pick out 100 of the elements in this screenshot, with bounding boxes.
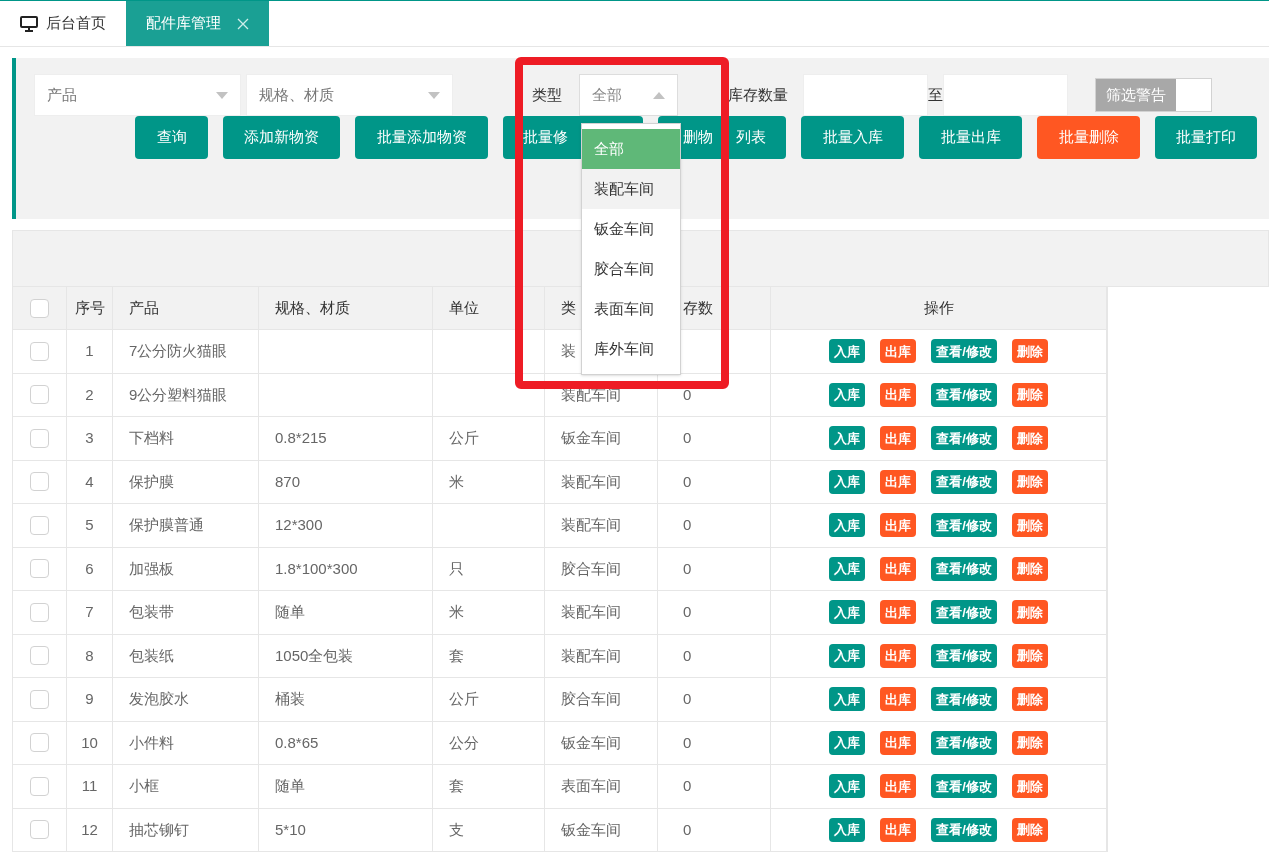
row-action-button[interactable]: 删除 [1011,687,1048,712]
row-action-button[interactable]: 查看/修改 [931,687,997,712]
row-action-button[interactable]: 查看/修改 [931,730,997,755]
table-cell-text: 小件料 [129,732,174,753]
row-checkbox[interactable] [30,428,49,448]
toolbar-button[interactable]: 添加新物资 [223,116,340,159]
row-action-button[interactable]: 查看/修改 [931,339,997,364]
stock-max-field[interactable] [943,74,1068,116]
table-cell-text: 0 [683,732,692,753]
row-checkbox[interactable] [30,385,49,405]
row-action-button[interactable]: 出库 [880,426,917,451]
table-cell-text: 1050全包装 [275,645,354,666]
table-cell-text: 下档料 [129,428,174,448]
row-action-button[interactable]: 出库 [880,556,917,581]
row-action-button[interactable]: 删除 [1011,469,1048,494]
row-checkbox[interactable] [30,341,49,361]
table-cell-text: 抽芯铆钉 [129,819,189,840]
row-checkbox[interactable] [30,689,49,709]
row-action-button[interactable]: 查看/修改 [931,774,997,799]
row-action-button[interactable]: 入库 [829,687,866,712]
row-action-button[interactable]: 出库 [880,513,917,538]
row-action-button[interactable]: 入库 [829,643,866,668]
row-action-button[interactable]: 入库 [829,730,866,755]
table-cell-text: 6 [85,558,94,579]
row-checkbox[interactable] [30,602,49,622]
row-action-button[interactable]: 入库 [829,817,866,842]
row-action-button[interactable]: 查看/修改 [931,817,997,842]
row-action-button[interactable]: 查看/修改 [931,556,997,581]
row-action-button[interactable]: 入库 [829,600,866,625]
row-checkbox[interactable] [30,646,49,666]
toolbar-button[interactable]: 批量打印 [1155,116,1257,159]
close-icon[interactable] [237,17,249,30]
row-checkbox[interactable] [30,776,49,796]
spec-select[interactable]: 规格、材质 [246,74,453,116]
product-select[interactable]: 产品 [34,74,241,116]
row-action-button[interactable]: 删除 [1011,817,1048,842]
row-action-button[interactable]: 入库 [829,339,866,364]
dropdown-option[interactable]: 库外车间 [582,329,680,369]
table-cell-text: 公斤 [449,428,479,448]
row-action-button[interactable]: 入库 [829,382,866,407]
row-action-button[interactable]: 入库 [829,513,866,538]
row-action-button[interactable]: 出库 [880,600,917,625]
row-action-button[interactable]: 出库 [880,687,917,712]
row-action-button[interactable]: 入库 [829,556,866,581]
row-action-button[interactable]: 删除 [1011,643,1048,668]
row-action-button[interactable]: 入库 [829,469,866,494]
row-action-button[interactable]: 出库 [880,730,917,755]
dropdown-option[interactable]: 表面车间 [582,289,680,329]
stock-label: 库存数量 [728,84,788,105]
table-cell-text: 套 [449,776,464,796]
stock-min-field[interactable] [803,74,928,116]
page-tab[interactable]: 配件库管理 [126,1,269,46]
row-action-button[interactable]: 删除 [1011,774,1048,799]
row-checkbox[interactable] [30,820,49,840]
row-action-button[interactable]: 出库 [880,339,917,364]
row-action-button[interactable]: 删除 [1011,513,1048,538]
row-action-button[interactable]: 查看/修改 [931,469,997,494]
caret-down-icon [216,91,228,99]
row-action-button[interactable]: 删除 [1011,382,1048,407]
page-tab[interactable]: 后台首页 [0,1,126,46]
dropdown-option[interactable]: 钣金车间 [582,209,680,249]
row-action-button[interactable]: 出库 [880,643,917,668]
row-checkbox[interactable] [30,733,49,753]
row-action-button[interactable]: 入库 [829,426,866,451]
row-action-button[interactable]: 删除 [1011,339,1048,364]
row-action-button[interactable]: 查看/修改 [931,513,997,538]
row-checkbox[interactable] [30,559,49,579]
select-all-checkbox[interactable] [30,298,49,318]
table-cell-text: 钣金车间 [561,428,621,448]
row-action-button[interactable]: 删除 [1011,426,1048,451]
row-action-button[interactable]: 删除 [1011,730,1048,755]
row-action-button[interactable]: 删除 [1011,556,1048,581]
toolbar-button[interactable]: 查询 [135,116,208,159]
dropdown-option[interactable]: 胶合车间 [582,249,680,289]
row-action-button[interactable]: 出库 [880,382,917,407]
row-action-button[interactable]: 查看/修改 [931,382,997,407]
row-action-button[interactable]: 删除 [1011,600,1048,625]
row-checkbox[interactable] [30,472,49,492]
row-action-button[interactable]: 查看/修改 [931,600,997,625]
row-checkbox[interactable] [30,515,49,535]
dropdown-option[interactable]: 装配车间 [582,169,680,209]
toolbar-button[interactable]: 批量入库 [801,116,904,159]
table-cell-text: 只 [449,558,464,579]
table-cell-text: 4 [85,471,94,492]
row-action-button[interactable]: 出库 [880,817,917,842]
row-action-button[interactable]: 出库 [880,469,917,494]
table-cell-text: 1.8*100*300 [275,558,358,579]
row-action-button[interactable]: 查看/修改 [931,643,997,668]
column-header: 产品 [129,297,159,318]
row-action-button[interactable]: 查看/修改 [931,426,997,451]
toolbar-button[interactable]: 批量出库 [919,116,1022,159]
row-action-button[interactable]: 入库 [829,774,866,799]
toolbar-button[interactable]: 批量添加物资 [355,116,488,159]
type-select[interactable]: 全部 [579,74,678,116]
toolbar-button[interactable]: 批量删除 [1037,116,1140,159]
table-cell-text: 装 [561,341,576,361]
dropdown-option[interactable]: 全部 [582,129,680,169]
table-cell-text: 小框 [129,776,159,796]
row-action-button[interactable]: 出库 [880,774,917,799]
warning-toggle[interactable]: 筛选警告 [1095,78,1212,112]
